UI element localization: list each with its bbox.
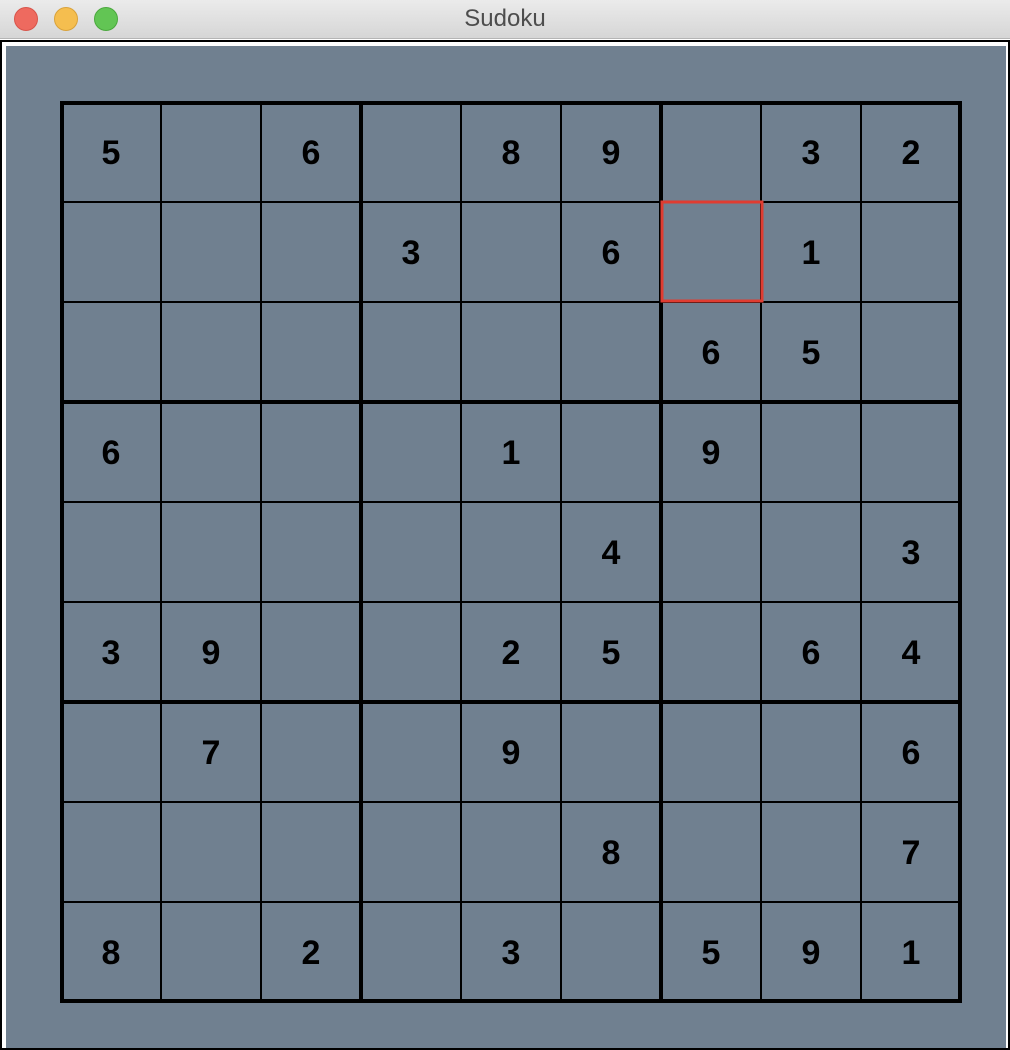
cell-digit: 9 — [202, 634, 221, 672]
cell-digit: 5 — [602, 634, 621, 672]
sudoku-cell-r6c4[interactable] — [361, 602, 461, 702]
sudoku-cell-r1c4[interactable] — [361, 102, 461, 202]
sudoku-cell-r5c1[interactable] — [61, 502, 161, 602]
cell-digit: 8 — [602, 834, 621, 872]
sudoku-cell-r3c2[interactable] — [161, 302, 261, 402]
cell-digit: 3 — [902, 534, 921, 572]
cell-digit: 8 — [102, 934, 121, 972]
sudoku-cell-r3c1[interactable] — [61, 302, 161, 402]
cell-digit: 7 — [202, 734, 221, 772]
sudoku-cell-r7c8[interactable] — [761, 702, 861, 802]
sudoku-cell-r6c3[interactable] — [261, 602, 361, 702]
sudoku-cell-r9c6[interactable] — [561, 902, 661, 1002]
sudoku-cell-r8c1[interactable] — [61, 802, 161, 902]
sudoku-cell-r5c8[interactable] — [761, 502, 861, 602]
sudoku-cell-r3c3[interactable] — [261, 302, 361, 402]
cell-digit: 3 — [402, 234, 421, 272]
cell-digit: 1 — [902, 934, 921, 972]
sudoku-cell-r5c7[interactable] — [661, 502, 761, 602]
cell-digit: 1 — [502, 434, 521, 472]
sudoku-cell-r4c9[interactable] — [861, 402, 961, 502]
sudoku-cell-r8c2[interactable] — [161, 802, 261, 902]
sudoku-cell-r4c6[interactable] — [561, 402, 661, 502]
cell-digit: 6 — [802, 634, 821, 672]
sudoku-cell-r8c5[interactable] — [461, 802, 561, 902]
cell-digit: 4 — [602, 534, 621, 572]
sudoku-cell-r3c5[interactable] — [461, 302, 561, 402]
window-title: Sudoku — [464, 5, 546, 32]
sudoku-cell-r1c7[interactable] — [661, 102, 761, 202]
sudoku-cell-r2c1[interactable] — [61, 202, 161, 302]
cell-digit: 3 — [102, 634, 121, 672]
sudoku-window: Sudoku 5 6 8 9 3 2 3 6 1 6 5 6 1 9 4 3 3 9 2 5 6 4 7 9 6 8 7 8 2 3 5 9 1 — [0, 0, 1010, 1050]
sudoku-cell-r2c3[interactable] — [261, 202, 361, 302]
sudoku-cell-r2c5[interactable] — [461, 202, 561, 302]
sudoku-cell-r7c1[interactable] — [61, 702, 161, 802]
cell-digit: 1 — [802, 234, 821, 272]
sudoku-cell-r3c4[interactable] — [361, 302, 461, 402]
cell-digit: 6 — [102, 434, 121, 472]
content-frame-inner: 5 6 8 9 3 2 3 6 1 6 5 6 1 9 4 3 3 9 2 5 6 4 7 9 6 8 7 8 2 3 5 9 1 — [2, 42, 1008, 1048]
content-frame: 5 6 8 9 3 2 3 6 1 6 5 6 1 9 4 3 3 9 2 5 6 4 7 9 6 8 7 8 2 3 5 9 1 — [0, 40, 1010, 1050]
cell-digit: 6 — [302, 134, 321, 172]
sudoku-cell-r3c9[interactable] — [861, 302, 961, 402]
sudoku-cell-r2c7[interactable] — [661, 202, 761, 302]
cell-digit: 9 — [602, 134, 621, 172]
sudoku-cell-r3c6[interactable] — [561, 302, 661, 402]
cell-digit: 3 — [802, 134, 821, 172]
cell-digit: 9 — [802, 934, 821, 972]
sudoku-cell-r4c8[interactable] — [761, 402, 861, 502]
sudoku-cell-r9c2[interactable] — [161, 902, 261, 1002]
sudoku-cell-r4c2[interactable] — [161, 402, 261, 502]
sudoku-cell-r5c3[interactable] — [261, 502, 361, 602]
sudoku-cell-r4c3[interactable] — [261, 402, 361, 502]
cell-digit: 7 — [902, 834, 921, 872]
sudoku-board[interactable]: 5 6 8 9 3 2 3 6 1 6 5 6 1 9 4 3 3 9 2 5 6 4 7 9 6 8 7 8 2 3 5 9 1 — [6, 46, 1006, 1048]
sudoku-cell-r5c5[interactable] — [461, 502, 561, 602]
cell-digit: 6 — [602, 234, 621, 272]
sudoku-cell-r5c4[interactable] — [361, 502, 461, 602]
sudoku-cell-r1c2[interactable] — [161, 102, 261, 202]
sudoku-cell-r7c7[interactable] — [661, 702, 761, 802]
game-canvas[interactable]: 5 6 8 9 3 2 3 6 1 6 5 6 1 9 4 3 3 9 2 5 6 4 7 9 6 8 7 8 2 3 5 9 1 — [6, 46, 1006, 1048]
sudoku-cell-r8c3[interactable] — [261, 802, 361, 902]
sudoku-cell-r6c7[interactable] — [661, 602, 761, 702]
sudoku-cell-r4c4[interactable] — [361, 402, 461, 502]
cell-digit: 6 — [702, 334, 721, 372]
cell-digit: 4 — [902, 634, 921, 672]
sudoku-cell-r2c9[interactable] — [861, 202, 961, 302]
cell-digit: 9 — [502, 734, 521, 772]
sudoku-cell-r7c6[interactable] — [561, 702, 661, 802]
cell-digit: 2 — [902, 134, 921, 172]
cell-digit: 5 — [802, 334, 821, 372]
cell-digit: 2 — [502, 634, 521, 672]
sudoku-cell-r8c4[interactable] — [361, 802, 461, 902]
cell-digit: 3 — [502, 934, 521, 972]
cell-digit: 6 — [902, 734, 921, 772]
sudoku-cell-r7c3[interactable] — [261, 702, 361, 802]
cell-digit: 8 — [502, 134, 521, 172]
sudoku-cell-r7c4[interactable] — [361, 702, 461, 802]
title-bar[interactable]: Sudoku — [0, 0, 1010, 39]
sudoku-cell-r2c2[interactable] — [161, 202, 261, 302]
sudoku-cell-r8c8[interactable] — [761, 802, 861, 902]
cell-digit: 2 — [302, 934, 321, 972]
cell-digit: 5 — [102, 134, 121, 172]
cell-digit: 5 — [702, 934, 721, 972]
sudoku-cell-r5c2[interactable] — [161, 502, 261, 602]
cell-digit: 9 — [702, 434, 721, 472]
sudoku-cell-r8c7[interactable] — [661, 802, 761, 902]
sudoku-cell-r9c4[interactable] — [361, 902, 461, 1002]
